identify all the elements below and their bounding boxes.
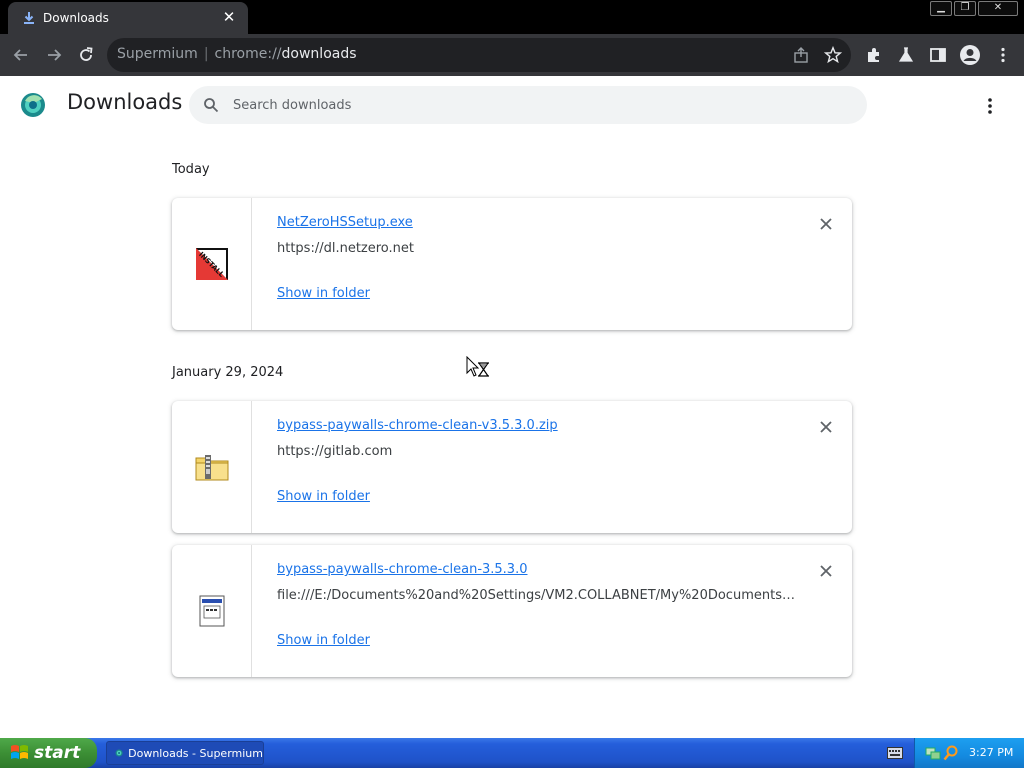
- generic-file-icon: [199, 595, 224, 627]
- download-icon: [24, 12, 34, 24]
- tray-search-icon[interactable]: [943, 745, 959, 761]
- tab-close-icon[interactable]: ✕: [222, 10, 236, 25]
- remove-icon[interactable]: [818, 419, 834, 435]
- search-input[interactable]: [233, 95, 833, 115]
- share-icon[interactable]: [792, 46, 810, 64]
- supermium-app-icon: [115, 749, 123, 757]
- taskbar-item-supermium[interactable]: Downloads - Supermium: [106, 741, 264, 765]
- remove-icon[interactable]: [818, 563, 834, 579]
- browser-titlebar: Downloads ✕ ▁ ❐ ✕: [0, 0, 1024, 34]
- browser-menu-icon[interactable]: [994, 46, 1012, 64]
- supermium-logo-icon: [21, 93, 45, 117]
- forward-button[interactable]: [42, 43, 66, 67]
- taskbar-item-label: Downloads - Supermium: [128, 746, 263, 760]
- start-label: start: [34, 743, 81, 763]
- restore-icon[interactable]: ❐: [954, 1, 976, 16]
- download-item: bypass-paywalls-chrome-clean-v3.5.3.0.zi…: [172, 401, 852, 533]
- busy-cursor-icon: [466, 356, 489, 377]
- file-icon-column: [172, 545, 252, 677]
- address-text: Supermium | chrome://downloads: [117, 46, 357, 62]
- url-path: downloads: [281, 46, 357, 62]
- file-icon-column: INSTALL: [172, 198, 252, 330]
- remove-icon[interactable]: [818, 216, 834, 232]
- download-item: bypass-paywalls-chrome-clean-3.5.3.0 fil…: [172, 545, 852, 677]
- file-name-link[interactable]: bypass-paywalls-chrome-clean-v3.5.3.0.zi…: [277, 418, 558, 433]
- zip-folder-icon: [195, 455, 228, 481]
- file-name-link[interactable]: NetZeroHSSetup.exe: [277, 215, 413, 230]
- profile-avatar-icon[interactable]: [959, 44, 981, 66]
- search-icon: [204, 98, 219, 113]
- search-box[interactable]: [189, 86, 867, 124]
- reload-icon: [80, 47, 93, 61]
- labs-flask-icon[interactable]: [897, 46, 915, 64]
- side-panel-icon[interactable]: [929, 46, 947, 64]
- arrow-left-icon: [13, 49, 27, 61]
- page-title: Downloads: [67, 90, 183, 114]
- section-date-today: Today: [172, 162, 210, 177]
- back-button[interactable]: [9, 43, 33, 67]
- file-icon-column: [172, 401, 252, 533]
- browser-toolbar: Supermium | chrome://downloads: [0, 34, 1024, 76]
- file-name-link[interactable]: bypass-paywalls-chrome-clean-3.5.3.0: [277, 562, 528, 577]
- reload-button[interactable]: [74, 43, 98, 67]
- file-source-url: https://dl.netzero.net: [277, 241, 415, 256]
- extensions-puzzle-icon[interactable]: [865, 46, 883, 64]
- more-actions-icon[interactable]: [978, 94, 1002, 118]
- downloads-page: Downloads Today INSTALL NetZeroHSSetup.e…: [0, 76, 1024, 738]
- show-in-folder-link[interactable]: Show in folder: [277, 633, 370, 648]
- arrow-right-icon: [48, 49, 62, 61]
- minimize-icon[interactable]: ▁: [930, 1, 952, 16]
- bookmark-star-icon[interactable]: [824, 46, 842, 64]
- keyboard-icon[interactable]: [887, 747, 903, 759]
- tray-clock: 3:27 PM: [969, 746, 1014, 759]
- close-icon[interactable]: ✕: [978, 1, 1018, 16]
- address-bar[interactable]: Supermium | chrome://downloads: [107, 38, 851, 72]
- file-source-url: https://gitlab.com: [277, 444, 393, 459]
- tab-downloads[interactable]: Downloads ✕: [8, 2, 248, 34]
- show-in-folder-link[interactable]: Show in folder: [277, 286, 370, 301]
- system-tray: 3:27 PM: [914, 738, 1024, 768]
- windows-taskbar: start Downloads - Supermium 3:27 PM: [0, 738, 1024, 768]
- start-button[interactable]: start: [0, 738, 97, 768]
- tab-title: Downloads: [43, 11, 109, 25]
- section-date-jan-29: January 29, 2024: [172, 365, 284, 380]
- site-name: Supermium: [117, 46, 198, 62]
- show-in-folder-link[interactable]: Show in folder: [277, 489, 370, 504]
- file-source-url: file:///E:/Documents%20and%20Settings/VM…: [277, 588, 797, 603]
- window-controls: ▁ ❐ ✕: [930, 1, 1018, 17]
- download-item: INSTALL NetZeroHSSetup.exe https://dl.ne…: [172, 198, 852, 330]
- installer-icon: INSTALL: [195, 248, 228, 280]
- network-icon[interactable]: [925, 745, 941, 761]
- windows-logo-icon: [11, 745, 28, 759]
- url-scheme: chrome://: [214, 46, 282, 62]
